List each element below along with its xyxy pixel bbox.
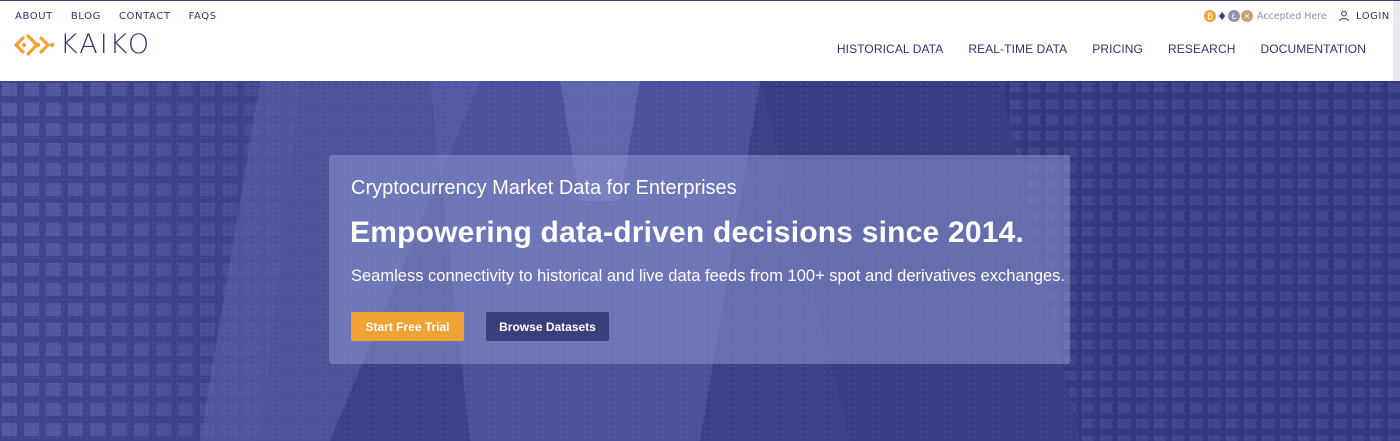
main-nav: HISTORICAL DATA REAL-TIME DATA PRICING R… [812, 42, 1366, 56]
login-link[interactable]: LOGIN [1338, 10, 1390, 22]
nav-real-time-data[interactable]: REAL-TIME DATA [968, 42, 1067, 56]
login-label: LOGIN [1356, 10, 1390, 22]
blog-link[interactable]: BLOG [71, 11, 101, 22]
top-links: ABOUT BLOG CONTACT FAQS [15, 11, 235, 22]
scrollbar[interactable] [1393, 1, 1400, 82]
kaiko-logo[interactable]: KAIKO [14, 31, 151, 58]
site-header: ABOUT BLOG CONTACT FAQS KAIKO ₿ ♦ Ł ✕ Ac… [0, 0, 1400, 82]
accepted-here-text: Accepted Here [1257, 10, 1327, 22]
nav-historical-data[interactable]: HISTORICAL DATA [837, 42, 943, 56]
hero-headline: Empowering data-driven decisions since 2… [350, 216, 1025, 249]
nav-pricing[interactable]: PRICING [1092, 42, 1143, 56]
user-icon [1339, 10, 1349, 22]
browse-datasets-button[interactable]: Browse Datasets [486, 312, 609, 341]
hero-subtext: Seamless connectivity to historical and … [351, 267, 1066, 285]
hero-section: Cryptocurrency Market Data for Enterpris… [0, 81, 1400, 441]
contact-link[interactable]: CONTACT [119, 11, 171, 22]
about-link[interactable]: ABOUT [15, 11, 53, 22]
hero-panel: Cryptocurrency Market Data for Enterpris… [329, 155, 1070, 364]
kaiko-logo-mark-icon [14, 33, 55, 56]
nav-research[interactable]: RESEARCH [1168, 42, 1235, 56]
ltc-icon: Ł [1228, 10, 1240, 22]
nav-documentation[interactable]: DOCUMENTATION [1260, 42, 1366, 56]
faqs-link[interactable]: FAQS [189, 11, 217, 22]
logo-text: KAIKO [60, 29, 152, 60]
crypto-accepted: ₿ ♦ Ł ✕ Accepted Here [1204, 9, 1327, 23]
btc-icon: ₿ [1204, 10, 1216, 22]
eth-icon: ♦ [1217, 9, 1227, 23]
xrp-icon: ✕ [1241, 10, 1253, 22]
hero-kicker: Cryptocurrency Market Data for Enterpris… [351, 177, 737, 199]
start-free-trial-button[interactable]: Start Free Trial [351, 312, 464, 341]
